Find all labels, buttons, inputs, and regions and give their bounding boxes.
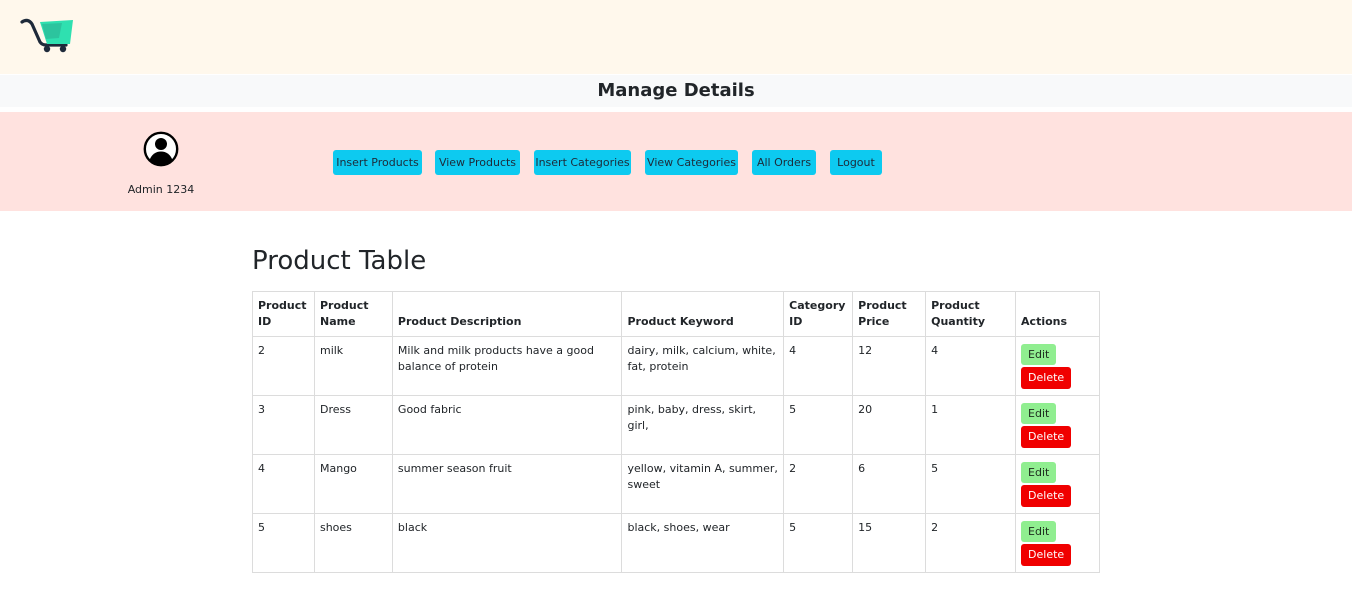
- cell-product-quantity: 5: [925, 454, 1017, 514]
- cell-product-description: Good fabric: [391, 395, 623, 455]
- cell-product-keyword: yellow, vitamin A, summer, sweet: [621, 454, 785, 514]
- cell-product-quantity: 4: [925, 336, 1017, 396]
- table-row: 3 Dress Good fabric pink, baby, dress, s…: [252, 395, 1100, 455]
- edit-button[interactable]: Edit: [1021, 344, 1057, 365]
- table-row: 2 milk Milk and milk products have a goo…: [252, 336, 1100, 396]
- column-header-price: Product Price: [852, 291, 927, 337]
- logout-button[interactable]: Logout: [830, 150, 882, 175]
- edit-button[interactable]: Edit: [1021, 521, 1057, 542]
- view-products-button[interactable]: View Products: [435, 150, 520, 175]
- page-title-strip: Manage Details: [0, 75, 1352, 107]
- cell-product-name: shoes: [313, 513, 393, 573]
- column-header-description: Product Description: [391, 291, 623, 337]
- cell-product-description: black: [391, 513, 623, 573]
- column-header-quantity: Product Quantity: [925, 291, 1017, 337]
- delete-button[interactable]: Delete: [1021, 367, 1072, 389]
- cell-product-id: 4: [252, 454, 315, 514]
- delete-button[interactable]: Delete: [1021, 544, 1072, 566]
- page-title: Manage Details: [597, 80, 755, 101]
- cell-product-quantity: 1: [925, 395, 1017, 455]
- edit-button[interactable]: Edit: [1021, 462, 1057, 483]
- cell-actions: Edit Delete: [1015, 513, 1100, 573]
- column-header-name: Product Name: [313, 291, 393, 337]
- view-categories-button[interactable]: View Categories: [645, 150, 738, 175]
- table-row: 4 Mango summer season fruit yellow, vita…: [252, 454, 1100, 514]
- cell-product-id: 2: [252, 336, 315, 396]
- cell-product-name: milk: [313, 336, 393, 396]
- delete-button[interactable]: Delete: [1021, 426, 1072, 448]
- all-orders-button[interactable]: All Orders: [752, 150, 816, 175]
- cell-category-id: 5: [783, 395, 854, 455]
- edit-button[interactable]: Edit: [1021, 403, 1057, 424]
- shopping-cart-icon[interactable]: [20, 16, 76, 54]
- cell-product-name: Mango: [313, 454, 393, 514]
- table-header-row: Product ID Product Name Product Descript…: [252, 291, 1100, 337]
- product-table-title: Product Table: [252, 246, 427, 276]
- top-header: [0, 0, 1352, 74]
- cell-actions: Edit Delete: [1015, 336, 1100, 396]
- cell-product-price: 12: [852, 336, 927, 396]
- cell-product-name: Dress: [313, 395, 393, 455]
- cell-product-id: 3: [252, 395, 315, 455]
- cell-product-description: summer season fruit: [391, 454, 623, 514]
- user-circle-icon: [143, 131, 179, 167]
- cell-category-id: 5: [783, 513, 854, 573]
- table-row: 5 shoes black black, shoes, wear 5 15 2 …: [252, 513, 1100, 573]
- cell-product-id: 5: [252, 513, 315, 573]
- column-header-actions: Actions: [1015, 291, 1100, 337]
- column-header-id: Product ID: [252, 291, 315, 337]
- admin-name: Admin 1234: [127, 183, 195, 196]
- cell-product-price: 6: [852, 454, 927, 514]
- cell-category-id: 4: [783, 336, 854, 396]
- cell-product-keyword: pink, baby, dress, skirt, girl,: [621, 395, 785, 455]
- cell-actions: Edit Delete: [1015, 395, 1100, 455]
- insert-categories-button[interactable]: Insert Categories: [534, 150, 631, 175]
- cell-actions: Edit Delete: [1015, 454, 1100, 514]
- cell-category-id: 2: [783, 454, 854, 514]
- delete-button[interactable]: Delete: [1021, 485, 1072, 507]
- column-header-keyword: Product Keyword: [621, 291, 785, 337]
- column-header-category: Category ID: [783, 291, 854, 337]
- product-table: Product ID Product Name Product Descript…: [252, 291, 1100, 573]
- cell-product-keyword: dairy, milk, calcium, white, fat, protei…: [621, 336, 785, 396]
- cell-product-keyword: black, shoes, wear: [621, 513, 785, 573]
- cell-product-quantity: 2: [925, 513, 1017, 573]
- cell-product-description: Milk and milk products have a good balan…: [391, 336, 623, 396]
- insert-products-button[interactable]: Insert Products: [333, 150, 422, 175]
- cell-product-price: 20: [852, 395, 927, 455]
- cell-product-price: 15: [852, 513, 927, 573]
